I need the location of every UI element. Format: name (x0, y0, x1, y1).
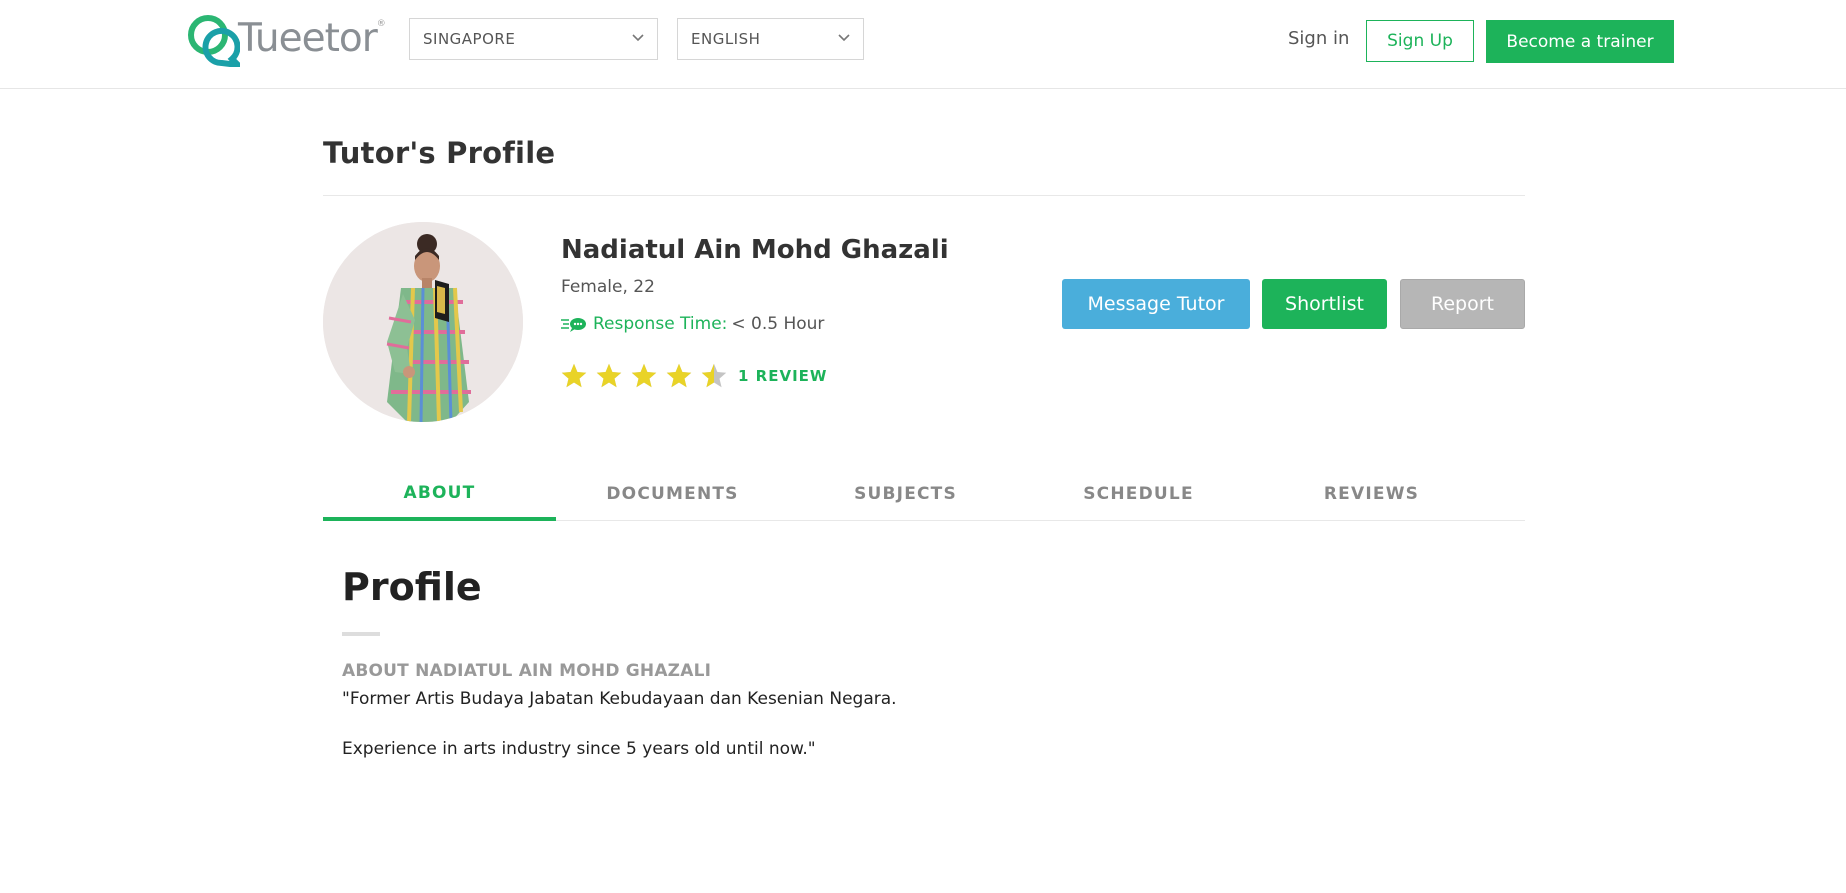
tab-about[interactable]: ABOUT (323, 468, 556, 521)
about-paragraph: "Former Artis Budaya Jabatan Kebudayaan … (342, 689, 897, 709)
response-time-value: < 0.5 Hour (731, 314, 825, 334)
response-time-label: Response Time: (593, 314, 728, 334)
chevron-down-icon (632, 34, 644, 42)
star-full-icon (561, 363, 587, 388)
tutor-name: Nadiatul Ain Mohd Ghazali (561, 235, 949, 265)
profile-tabs: ABOUT DOCUMENTS SUBJECTS SCHEDULE REVIEW… (323, 468, 1525, 521)
logo-mark-icon (188, 15, 240, 67)
country-select[interactable]: SINGAPORE (409, 18, 658, 60)
top-navbar: Tueetor ® SINGAPORE ENGLISH Sign in Sign… (0, 0, 1846, 89)
page-title: Tutor's Profile (323, 136, 556, 170)
star-full-icon (631, 363, 657, 388)
tab-documents[interactable]: DOCUMENTS (556, 468, 789, 520)
chevron-down-icon (838, 34, 850, 42)
about-paragraph: Experience in arts industry since 5 year… (342, 739, 816, 759)
speech-bubble-speed-icon (561, 318, 586, 332)
star-full-icon (666, 363, 692, 388)
message-tutor-button[interactable]: Message Tutor (1062, 279, 1250, 329)
tutor-photo (323, 222, 523, 422)
tutor-avatar (323, 222, 523, 422)
review-count-link[interactable]: 1 REVIEW (738, 367, 827, 385)
tueetor-logo[interactable]: Tueetor ® (186, 12, 386, 68)
title-divider (323, 195, 1525, 196)
become-trainer-button[interactable]: Become a trainer (1486, 20, 1674, 63)
tab-schedule[interactable]: SCHEDULE (1022, 468, 1255, 520)
response-time: Response Time: < 0.5 Hour (561, 314, 824, 334)
country-select-value: SINGAPORE (423, 30, 516, 48)
star-half-icon (701, 363, 727, 388)
logo-wordmark: Tueetor (238, 15, 378, 61)
language-select[interactable]: ENGLISH (677, 18, 864, 60)
shortlist-button[interactable]: Shortlist (1262, 279, 1387, 329)
about-heading: ABOUT NADIATUL AIN MOHD GHAZALI (342, 661, 712, 681)
sign-up-button[interactable]: Sign Up (1366, 20, 1474, 62)
logo-trademark: ® (376, 19, 386, 29)
section-divider (342, 632, 380, 636)
language-select-value: ENGLISH (691, 30, 761, 48)
rating-stars: 1 REVIEW (560, 362, 827, 390)
sign-in-link[interactable]: Sign in (1288, 28, 1349, 49)
tutor-gender-age: Female, 22 (561, 277, 655, 297)
tab-subjects[interactable]: SUBJECTS (789, 468, 1022, 520)
report-button[interactable]: Report (1400, 279, 1525, 329)
tab-reviews[interactable]: REVIEWS (1255, 468, 1488, 520)
section-title: Profile (342, 565, 482, 609)
star-full-icon (596, 363, 622, 388)
